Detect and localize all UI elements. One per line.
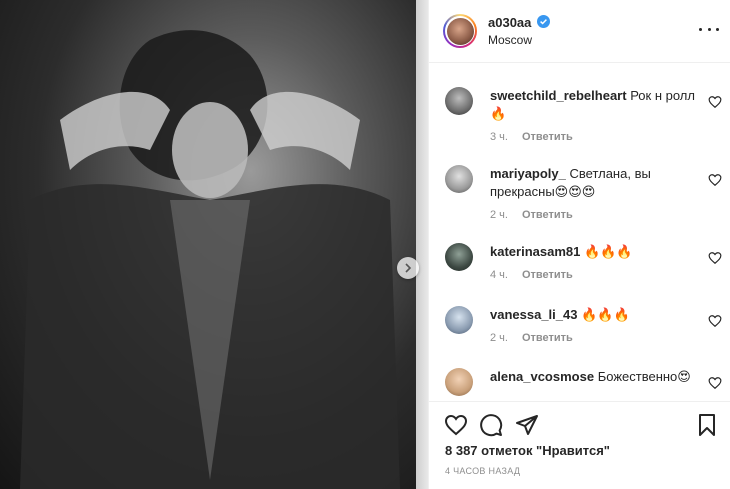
comment-username[interactable]: sweetchild_rebelheart [490, 88, 627, 103]
heart-icon[interactable] [444, 413, 468, 437]
post-side-panel: a030aa Moscow sweetchild_rebelheart Рок … [428, 0, 730, 489]
comment-avatar[interactable] [445, 243, 473, 271]
comment-age: 2 ч. [490, 332, 508, 344]
comment-meta: 3 ч. Ответить [490, 131, 573, 143]
comment-meta: 2 ч. Ответить [490, 332, 573, 344]
comment-age: 2 ч. [490, 209, 508, 221]
comment-age: 3 ч. [490, 131, 508, 143]
heart-icon[interactable] [708, 251, 722, 265]
comment-username[interactable]: vanessa_li_43 [490, 307, 577, 322]
comments-list: sweetchild_rebelheart Рок н ролл 🔥 3 ч. О… [429, 63, 730, 401]
author-username[interactable]: a030aa [488, 15, 531, 30]
more-options-button[interactable] [699, 22, 719, 36]
heart-icon[interactable] [708, 173, 722, 187]
comment-username[interactable]: alena_vcosmose [490, 369, 594, 384]
author-avatar-image [446, 17, 474, 45]
photo-frame-edge [416, 0, 428, 489]
heart-icon[interactable] [708, 95, 722, 109]
comment-avatar[interactable] [445, 87, 473, 115]
comment-text: katerinasam81 🔥🔥🔥 [490, 243, 700, 261]
reply-button[interactable]: Ответить [522, 332, 573, 344]
post-photo[interactable] [0, 0, 428, 489]
post-location[interactable]: Moscow [488, 33, 532, 47]
comment-avatar[interactable] [445, 165, 473, 193]
chevron-right-icon [405, 263, 412, 273]
verified-badge-icon [537, 15, 550, 28]
comment-username[interactable]: mariyapoly_ [490, 166, 566, 181]
heart-icon[interactable] [708, 314, 722, 328]
comment-avatar[interactable] [445, 368, 473, 396]
comment-username[interactable]: katerinasam81 [490, 244, 580, 259]
likes-count[interactable]: 8 387 отметок "Нравится" [445, 443, 610, 458]
share-icon[interactable] [515, 413, 539, 437]
posted-time[interactable]: 4 ЧАСОВ НАЗАД [445, 466, 520, 476]
comment-body: 🔥🔥🔥 [583, 244, 633, 259]
comment-body: Божественно😍 [597, 369, 691, 384]
comment-icon[interactable] [479, 413, 503, 437]
comment-avatar[interactable] [445, 306, 473, 334]
photo-image [0, 0, 418, 489]
comment-text: mariyapoly_ Светлана, вы прекрасны😍😍😍 [490, 165, 700, 201]
comment-meta: 2 ч. Ответить [490, 209, 573, 221]
heart-icon[interactable] [708, 376, 722, 390]
author-avatar[interactable] [443, 14, 477, 48]
more-options-icon [699, 27, 702, 31]
bookmark-icon[interactable] [695, 413, 719, 437]
next-photo-button[interactable] [397, 257, 419, 279]
comment-age: 4 ч. [490, 269, 508, 281]
comment-text: vanessa_li_43 🔥🔥🔥 [490, 306, 700, 324]
comment-text: sweetchild_rebelheart Рок н ролл 🔥 [490, 87, 700, 123]
comment-text: alena_vcosmose Божественно😍 [490, 368, 700, 386]
photo-figure [20, 30, 400, 489]
reply-button[interactable]: Ответить [522, 269, 573, 281]
post-header: a030aa Moscow [429, 0, 730, 63]
post-actions: 8 387 отметок "Нравится" 4 ЧАСОВ НАЗАД [429, 401, 730, 489]
comment-meta: 4 ч. Ответить [490, 269, 573, 281]
comment-body: 🔥🔥🔥 [581, 307, 630, 322]
reply-button[interactable]: Ответить [522, 209, 573, 221]
reply-button[interactable]: Ответить [522, 131, 573, 143]
